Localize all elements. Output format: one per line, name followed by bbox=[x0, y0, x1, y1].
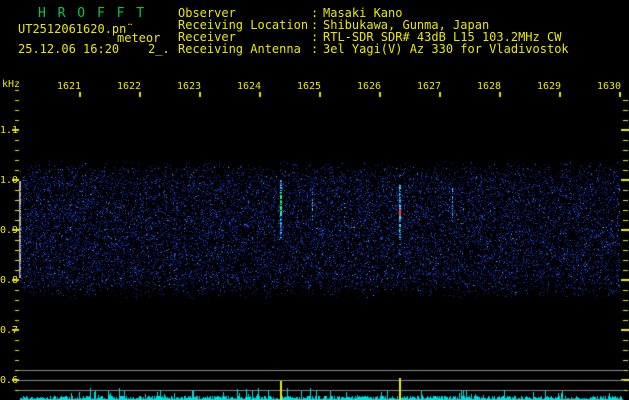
y-axis-unit-label: kHz bbox=[2, 79, 21, 90]
time-tick-label: 1628 bbox=[477, 81, 502, 92]
time-tick-label: 1622 bbox=[117, 81, 142, 92]
time-tick-label: 1624 bbox=[237, 81, 262, 92]
time-tick-label: 1621 bbox=[57, 81, 82, 92]
time-tick-label: 1626 bbox=[357, 81, 382, 92]
hrofft-screen: H R O F F T UT2512061620.pn¨ meteor 25.1… bbox=[0, 0, 629, 400]
chart-area: kHz 1621 1622 1623 1624 1625 1626 1627 1628 1629… bbox=[0, 0, 629, 400]
freq-tick-label: 0.7 bbox=[0, 325, 19, 336]
time-tick-label: 1625 bbox=[297, 81, 322, 92]
time-tick-label: 1627 bbox=[417, 81, 442, 92]
freq-tick-label: 1.0 bbox=[0, 175, 19, 186]
time-tick-label: 1623 bbox=[177, 81, 202, 92]
time-tick-label: 1630 bbox=[597, 81, 622, 92]
time-tick-label: 1629 bbox=[537, 81, 562, 92]
freq-tick-label: 0.8 bbox=[0, 275, 19, 286]
freq-tick-label: 0.6 bbox=[0, 375, 19, 386]
freq-tick-label: 0.9 bbox=[0, 225, 19, 236]
freq-tick-label: 1.1 bbox=[0, 125, 19, 136]
